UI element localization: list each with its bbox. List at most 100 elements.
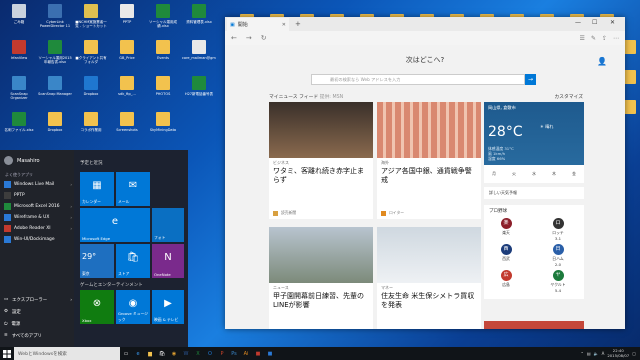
tile-onenote[interactable]: N OneNote [152, 244, 184, 278]
network-icon[interactable]: ▤ [587, 351, 591, 356]
close-tab-icon[interactable]: ✕ [282, 22, 286, 28]
forward-icon[interactable]: → [246, 34, 252, 42]
tile-movies[interactable]: ▶ 映画 & テレビ [152, 290, 184, 324]
news-card[interactable]: 海外 アジア各国中銀、通貨戦争警戒 ロイター [377, 102, 481, 219]
team-score[interactable]: 日日ハム 2-0 [544, 244, 572, 267]
share-icon[interactable]: ⇪ [602, 35, 607, 42]
desktop-icon[interactable]: Screenshots [110, 112, 144, 146]
start-app-item[interactable]: Adobe Reader XI › [4, 224, 72, 233]
tile-calendar[interactable]: ▦ カレンダー [80, 172, 114, 206]
desktop-icon[interactable]: ごみ箱 [2, 4, 36, 38]
chevron-right-icon[interactable]: › [70, 182, 72, 187]
desktop-icon[interactable]: CyberLink PowerDirector 11 [38, 4, 72, 38]
start-app-item[interactable]: PPTP [4, 191, 72, 200]
weather-card[interactable]: 岡山県, 倉敷市 28°C ☀ 晴れ 体感温度 31°C 風 1km/h 湿度 … [484, 102, 584, 183]
tile-xbox[interactable]: ⊗ Xbox [80, 290, 114, 324]
team-score[interactable]: 西西武 [492, 244, 520, 262]
desktop-icon[interactable]: ■NCHM実施業者一覧 - ショートカット [74, 4, 108, 38]
desktop-icon[interactable]: ScanSnap Manager [38, 76, 72, 110]
start-system-item[interactable]: ▭ エクスプローラー › [4, 295, 72, 304]
start-button[interactable] [0, 347, 14, 360]
hub-icon[interactable]: ☰ [580, 35, 585, 42]
tab-start[interactable]: ▣ 開始 ✕ [227, 18, 289, 31]
store-icon[interactable]: 🛍 [156, 347, 168, 360]
app-icon[interactable]: ■ [252, 347, 264, 360]
desktop-icon[interactable]: IrfanView [2, 40, 36, 74]
excel-icon[interactable]: X [192, 347, 204, 360]
powerpoint-icon[interactable]: P [216, 347, 228, 360]
tile-weather[interactable]: 29° 東京 [80, 244, 114, 278]
search-go-button[interactable]: → [525, 74, 536, 85]
chevron-up-icon[interactable]: ⌃ [580, 351, 583, 356]
file-explorer-icon[interactable]: ▆ [144, 347, 156, 360]
word-icon[interactable]: W [180, 347, 192, 360]
person-icon[interactable]: 👤 [597, 57, 607, 66]
team-score[interactable]: 楽楽天 [492, 218, 520, 236]
close-window-button[interactable]: ✕ [610, 19, 615, 26]
start-system-item[interactable]: ⚙ 設定 [4, 307, 72, 316]
taskbar-search-input[interactable]: WebとWindowsを検索 [14, 347, 120, 360]
desktop-icon[interactable]: ■クライアント共有フォルダ [74, 40, 108, 74]
task-view-icon[interactable]: ▭ [120, 347, 132, 360]
desktop-icon[interactable]: H27新電話番号表 [182, 76, 216, 110]
tile-store[interactable]: 🛍 ストア [116, 244, 150, 278]
note-icon[interactable]: ✎ [591, 35, 596, 42]
volume-icon[interactable]: 🔈 [594, 351, 599, 356]
news-card[interactable] [484, 321, 584, 329]
app-icon[interactable]: ■ [264, 347, 276, 360]
back-icon[interactable]: ← [231, 34, 237, 42]
team-score[interactable]: ロロッテ 3-1 [544, 218, 572, 241]
desktop-icon[interactable]: sdk_ftp_... [110, 76, 144, 110]
start-system-item[interactable]: ⏻ 電源 [4, 319, 72, 328]
desktop-icon[interactable]: ソーシャル運用成績.xlsx [146, 4, 180, 38]
desktop-icon[interactable]: Events [146, 40, 180, 74]
desktop-icon[interactable]: Dropbox [74, 76, 108, 110]
news-card[interactable]: ビジネス ワタミ、客離れ続き赤字止まらず 読売新聞 [269, 102, 373, 219]
tile-groove[interactable]: ◉ Groove ミュージック [116, 290, 150, 324]
start-app-item[interactable]: Windows Live Mail › [4, 180, 72, 189]
desktop-icon[interactable]: SkyMiningData [146, 112, 180, 146]
notification-icon[interactable]: ▢ [632, 351, 636, 356]
chevron-right-icon[interactable]: › [70, 226, 72, 231]
photoshop-icon[interactable]: Ps [228, 347, 240, 360]
desktop-icon[interactable]: ScanSnap Organizer [2, 76, 36, 110]
tile-mail[interactable]: ✉ メール [116, 172, 150, 206]
desktop-icon[interactable]: PPTP [110, 4, 144, 38]
chrome-icon[interactable]: ◉ [168, 347, 180, 360]
desktop-icon[interactable]: ソーシャル運用2015年報告書.xlsx [38, 40, 72, 74]
weather-forecast-link[interactable]: 詳しい天気予報 [484, 187, 584, 199]
tile-photos[interactable]: フォト [152, 208, 184, 242]
start-app-item[interactable]: Win-UI/Dockimage [4, 235, 72, 244]
news-card[interactable]: マネー 住友生命 米生保シメトラ買収を発表 [377, 227, 481, 329]
tile-edge[interactable]: e Microsoft Edge [80, 208, 150, 242]
desktop-icon[interactable]: core_mailman@gmail... [182, 40, 216, 74]
chevron-right-icon[interactable]: › [70, 204, 72, 209]
more-icon[interactable]: ⋯ [613, 35, 619, 42]
desktop-icon[interactable]: Dropbox [38, 112, 72, 146]
team-score[interactable]: ヤヤクルト 5-4 [544, 270, 572, 293]
start-app-item[interactable]: Microsoft Excel 2016 › [4, 202, 72, 211]
news-card[interactable]: ニュース 甲子園開幕前日練習、先輩のLINEが影響 [269, 227, 373, 329]
illustrator-icon[interactable]: Ai [240, 347, 252, 360]
clock[interactable]: 22:40 2015/08/07 [607, 348, 629, 358]
search-input[interactable]: 最初の検索なら Web アドレスを入力 [311, 74, 525, 85]
user-account[interactable]: Masahiro [4, 156, 40, 165]
chevron-right-icon[interactable]: › [70, 215, 72, 220]
start-system-item[interactable]: ≡ すべてのアプリ [4, 331, 72, 340]
customize-link[interactable]: カスタマイズ [554, 93, 583, 100]
edge-icon[interactable]: e [132, 347, 144, 360]
maximize-button[interactable]: ☐ [592, 19, 597, 26]
ime-indicator[interactable]: A [602, 351, 605, 356]
desktop-icon[interactable]: 資料管理表.xlsx [182, 4, 216, 38]
new-tab-button[interactable]: + [295, 20, 301, 28]
start-app-item[interactable]: Wireframe & UX › [4, 213, 72, 222]
desktop-icon[interactable]: PHOTOS [146, 76, 180, 110]
desktop-icon[interactable]: 名刺ファイル.xlsx [2, 112, 36, 146]
refresh-icon[interactable]: ↻ [261, 34, 267, 42]
desktop-icon[interactable]: コラボ作業用 [74, 112, 108, 146]
desktop-icon[interactable]: GB_Price [110, 40, 144, 74]
minimize-button[interactable]: — [575, 19, 581, 26]
outlook-icon[interactable]: O [204, 347, 216, 360]
desktop-icon-label: Dropbox [47, 128, 63, 132]
team-score[interactable]: 広広島 [492, 270, 520, 288]
